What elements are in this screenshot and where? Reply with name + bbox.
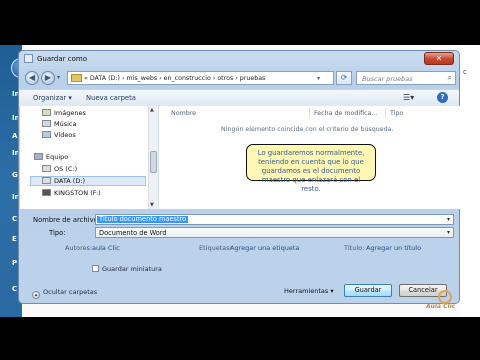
close-button[interactable]: ✕ bbox=[424, 52, 454, 65]
column-header-name[interactable]: Nombre bbox=[171, 110, 196, 117]
strip-letter[interactable]: C bbox=[12, 215, 17, 223]
hide-folders-button[interactable]: ▴ Ocultar carpetas bbox=[32, 288, 97, 299]
strip-letter[interactable]: C bbox=[12, 285, 17, 293]
drive-icon bbox=[42, 165, 51, 172]
refresh-icon: ⟳ bbox=[340, 73, 348, 82]
save-button[interactable]: Guardar bbox=[344, 284, 392, 297]
help-icon[interactable]: ? bbox=[437, 92, 448, 103]
refresh-button[interactable]: ⟳ bbox=[336, 71, 352, 85]
strip-letter[interactable]: E bbox=[12, 235, 17, 243]
empty-message: Ningún elemento coincide con el criterio… bbox=[221, 126, 394, 133]
title-label: Título: bbox=[344, 244, 365, 252]
recent-locations-dropdown[interactable]: ▾ bbox=[57, 74, 60, 81]
images-icon bbox=[42, 109, 51, 116]
search-placeholder: Buscar pruebas bbox=[362, 75, 413, 83]
save-thumbnail-label[interactable]: Guardar miniatura bbox=[102, 265, 162, 273]
computer-icon bbox=[34, 153, 43, 160]
toolbar: Organizar ▾ Nueva carpeta ☰▾ ? bbox=[19, 89, 459, 107]
scroll-thumb[interactable] bbox=[150, 151, 157, 173]
breadcrumb[interactable]: « DATA (D:) › mis_webs › en_construccio … bbox=[84, 75, 265, 82]
aula-clic-logo: Aula Clic bbox=[424, 290, 468, 314]
filename-label: Nombre de archivo: bbox=[33, 216, 101, 224]
title-value[interactable]: Agregar un título bbox=[366, 244, 421, 252]
organize-button[interactable]: Organizar ▾ bbox=[33, 94, 72, 102]
background-text: c bbox=[463, 68, 467, 76]
nav-item-equipo[interactable]: Equipo bbox=[34, 153, 68, 163]
dialog-title: Guardar como bbox=[37, 55, 87, 63]
navigation-bar: ◀ ▶ ▾ « DATA (D:) › mis_webs › en_constr… bbox=[19, 68, 459, 88]
chevron-down-icon[interactable]: ▾ bbox=[447, 229, 450, 236]
callout-note: Lo guardaremos normalmente, teniendo en … bbox=[246, 144, 376, 193]
videos-icon bbox=[42, 131, 51, 138]
title-bar: Guardar como ✕ bbox=[19, 51, 459, 67]
usb-drive-icon bbox=[42, 189, 51, 196]
search-icon: ⌕ bbox=[447, 73, 452, 82]
back-button[interactable]: ◀ bbox=[25, 71, 39, 85]
strip-letter[interactable]: G bbox=[12, 171, 18, 179]
column-header-date[interactable]: Fecha de modifica... bbox=[314, 110, 377, 117]
column-divider[interactable] bbox=[309, 108, 310, 118]
scroll-up-icon[interactable]: ▲ bbox=[150, 107, 154, 113]
nav-pane-scrollbar[interactable]: ▲ ▼ bbox=[148, 106, 158, 209]
save-thumbnail-checkbox[interactable] bbox=[92, 265, 99, 272]
chevron-down-icon[interactable]: ▾ bbox=[447, 216, 450, 223]
authors-label: Autores: bbox=[65, 244, 93, 252]
chevron-up-icon: ▴ bbox=[32, 291, 40, 299]
strip-letter[interactable]: P bbox=[12, 259, 17, 267]
view-options-icon[interactable]: ☰▾ bbox=[403, 93, 419, 103]
save-options-panel: Nombre de archivo: Título documento maes… bbox=[19, 211, 459, 305]
nav-item-imagenes[interactable]: Imágenes bbox=[42, 109, 86, 119]
nav-item-kingston-f[interactable]: KINGSTON (F:) bbox=[42, 189, 101, 199]
strip-letter[interactable]: A bbox=[12, 132, 17, 140]
authors-value[interactable]: aula Clic bbox=[92, 244, 120, 252]
folder-icon bbox=[71, 74, 82, 82]
close-icon: ✕ bbox=[435, 54, 443, 63]
tags-label: Etiquetas: bbox=[199, 244, 232, 252]
type-label: Tipo: bbox=[49, 229, 66, 237]
tags-value[interactable]: Agregar una etiqueta bbox=[230, 244, 299, 252]
dialog-icon bbox=[24, 54, 33, 63]
logo-ring-icon bbox=[438, 290, 452, 304]
logo-text: Aula Clic bbox=[426, 303, 456, 310]
chevron-down-icon[interactable]: ▾ bbox=[317, 75, 320, 82]
file-type-select[interactable]: Documento de Word ▾ bbox=[95, 227, 454, 238]
column-divider[interactable] bbox=[385, 108, 386, 118]
navigation-pane: Imágenes Música Vídeos Equipo OS (C:) DA… bbox=[20, 106, 159, 209]
address-bar[interactable]: « DATA (D:) › mis_webs › en_construccio … bbox=[67, 71, 334, 85]
forward-button[interactable]: ▶ bbox=[41, 71, 55, 85]
nav-item-data-d[interactable]: DATA (D:) bbox=[42, 177, 85, 187]
file-type-value: Documento de Word bbox=[99, 229, 167, 237]
new-folder-button[interactable]: Nueva carpeta bbox=[86, 94, 136, 102]
arrow-left-icon: ◀ bbox=[28, 73, 36, 82]
search-input[interactable]: Buscar pruebas ⌕ bbox=[356, 71, 456, 85]
arrow-right-icon: ▶ bbox=[44, 73, 52, 82]
tools-menu[interactable]: Herramientas ▾ bbox=[284, 287, 334, 295]
nav-item-videos[interactable]: Vídeos bbox=[42, 131, 76, 141]
nav-item-musica[interactable]: Música bbox=[42, 120, 76, 130]
filename-value[interactable]: Título documento maestro bbox=[97, 216, 189, 223]
drive-icon bbox=[42, 177, 51, 184]
background-document-edge: c bbox=[460, 45, 480, 317]
filename-input[interactable]: Título documento maestro ▾ bbox=[95, 214, 454, 225]
nav-item-os-c[interactable]: OS (C:) bbox=[42, 165, 77, 175]
save-as-dialog: Guardar como ✕ ◀ ▶ ▾ « DATA (D:) › mis_w… bbox=[18, 50, 460, 304]
column-header-type[interactable]: Tipo bbox=[390, 110, 403, 117]
music-icon bbox=[42, 120, 51, 127]
scroll-down-icon[interactable]: ▼ bbox=[150, 202, 154, 208]
